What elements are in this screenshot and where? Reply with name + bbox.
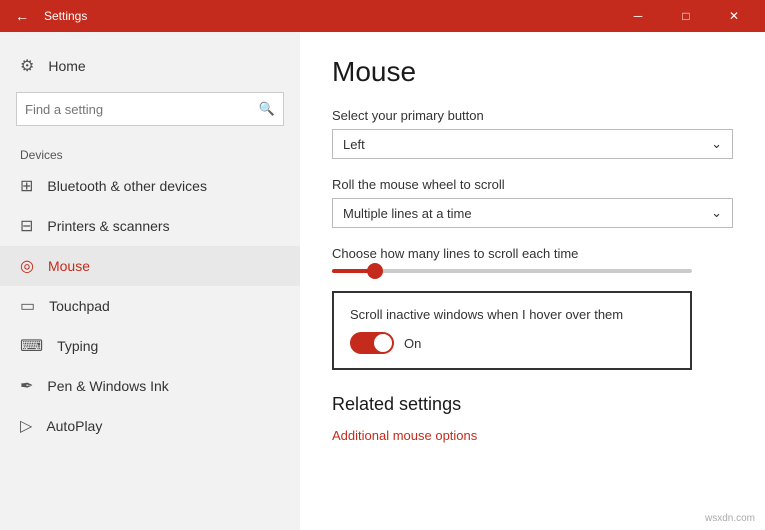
printers-icon: ⊟ — [20, 216, 33, 236]
window-controls: ─ □ ✕ — [615, 0, 757, 32]
primary-button-label: Select your primary button — [332, 108, 733, 123]
primary-button-value: Left — [343, 137, 365, 152]
sidebar-item-mouse[interactable]: ◎ Mouse — [0, 246, 300, 286]
sidebar: ⚙ Home 🔍 Devices ⊞ Bluetooth & other dev… — [0, 32, 300, 530]
sidebar-item-touchpad-label: Touchpad — [49, 298, 110, 314]
scroll-inactive-label: Scroll inactive windows when I hover ove… — [350, 307, 674, 322]
pen-icon: ✒ — [20, 376, 33, 396]
sidebar-item-bluetooth[interactable]: ⊞ Bluetooth & other devices — [0, 166, 300, 206]
search-box[interactable]: 🔍 — [16, 92, 284, 126]
scroll-lines-section: Choose how many lines to scroll each tim… — [332, 246, 733, 273]
sidebar-item-bluetooth-label: Bluetooth & other devices — [47, 178, 207, 194]
scroll-lines-slider[interactable] — [332, 269, 692, 273]
devices-section-label: Devices — [0, 142, 300, 166]
search-icon: 🔍 — [259, 101, 275, 117]
sidebar-item-pen-label: Pen & Windows Ink — [47, 378, 168, 394]
page-title: Mouse — [332, 56, 733, 88]
scroll-inactive-section: Scroll inactive windows when I hover ove… — [332, 291, 692, 370]
toggle-row: On — [350, 332, 674, 354]
slider-thumb[interactable] — [367, 263, 383, 279]
sidebar-item-autoplay[interactable]: ▷ AutoPlay — [0, 406, 300, 446]
typing-icon: ⌨ — [20, 336, 43, 356]
related-settings-title: Related settings — [332, 394, 733, 415]
sidebar-item-autoplay-label: AutoPlay — [46, 418, 102, 434]
main-container: ⚙ Home 🔍 Devices ⊞ Bluetooth & other dev… — [0, 32, 765, 530]
scroll-wheel-dropdown[interactable]: Multiple lines at a time ⌄ — [332, 198, 733, 228]
sidebar-item-printers[interactable]: ⊟ Printers & scanners — [0, 206, 300, 246]
touchpad-icon: ▭ — [20, 296, 35, 316]
home-icon: ⚙ — [20, 56, 34, 76]
sidebar-item-touchpad[interactable]: ▭ Touchpad — [0, 286, 300, 326]
sidebar-item-home[interactable]: ⚙ Home — [0, 48, 300, 84]
mouse-icon: ◎ — [20, 256, 34, 276]
sidebar-item-printers-label: Printers & scanners — [47, 218, 169, 234]
primary-button-dropdown[interactable]: Left ⌄ — [332, 129, 733, 159]
window-title: Settings — [44, 9, 615, 23]
minimize-button[interactable]: ─ — [615, 0, 661, 32]
content-panel: Mouse Select your primary button Left ⌄ … — [300, 32, 765, 530]
primary-button-chevron-icon: ⌄ — [711, 136, 722, 152]
maximize-button[interactable]: □ — [663, 0, 709, 32]
scroll-inactive-toggle[interactable] — [350, 332, 394, 354]
bluetooth-icon: ⊞ — [20, 176, 33, 196]
sidebar-item-typing-label: Typing — [57, 338, 98, 354]
sidebar-item-mouse-label: Mouse — [48, 258, 90, 274]
autoplay-icon: ▷ — [20, 416, 32, 436]
close-button[interactable]: ✕ — [711, 0, 757, 32]
scroll-wheel-label: Roll the mouse wheel to scroll — [332, 177, 733, 192]
toggle-state-label: On — [404, 336, 421, 351]
home-label: Home — [48, 58, 85, 74]
watermark: wsxdn.com — [705, 513, 755, 524]
back-button[interactable]: ← — [8, 2, 36, 30]
sidebar-item-pen[interactable]: ✒ Pen & Windows Ink — [0, 366, 300, 406]
search-input[interactable] — [25, 102, 259, 117]
sidebar-item-typing[interactable]: ⌨ Typing — [0, 326, 300, 366]
scroll-wheel-chevron-icon: ⌄ — [711, 205, 722, 221]
scroll-lines-label: Choose how many lines to scroll each tim… — [332, 246, 733, 261]
title-bar: ← Settings ─ □ ✕ — [0, 0, 765, 32]
additional-mouse-options-link[interactable]: Additional mouse options — [332, 428, 477, 443]
scroll-wheel-value: Multiple lines at a time — [343, 206, 472, 221]
